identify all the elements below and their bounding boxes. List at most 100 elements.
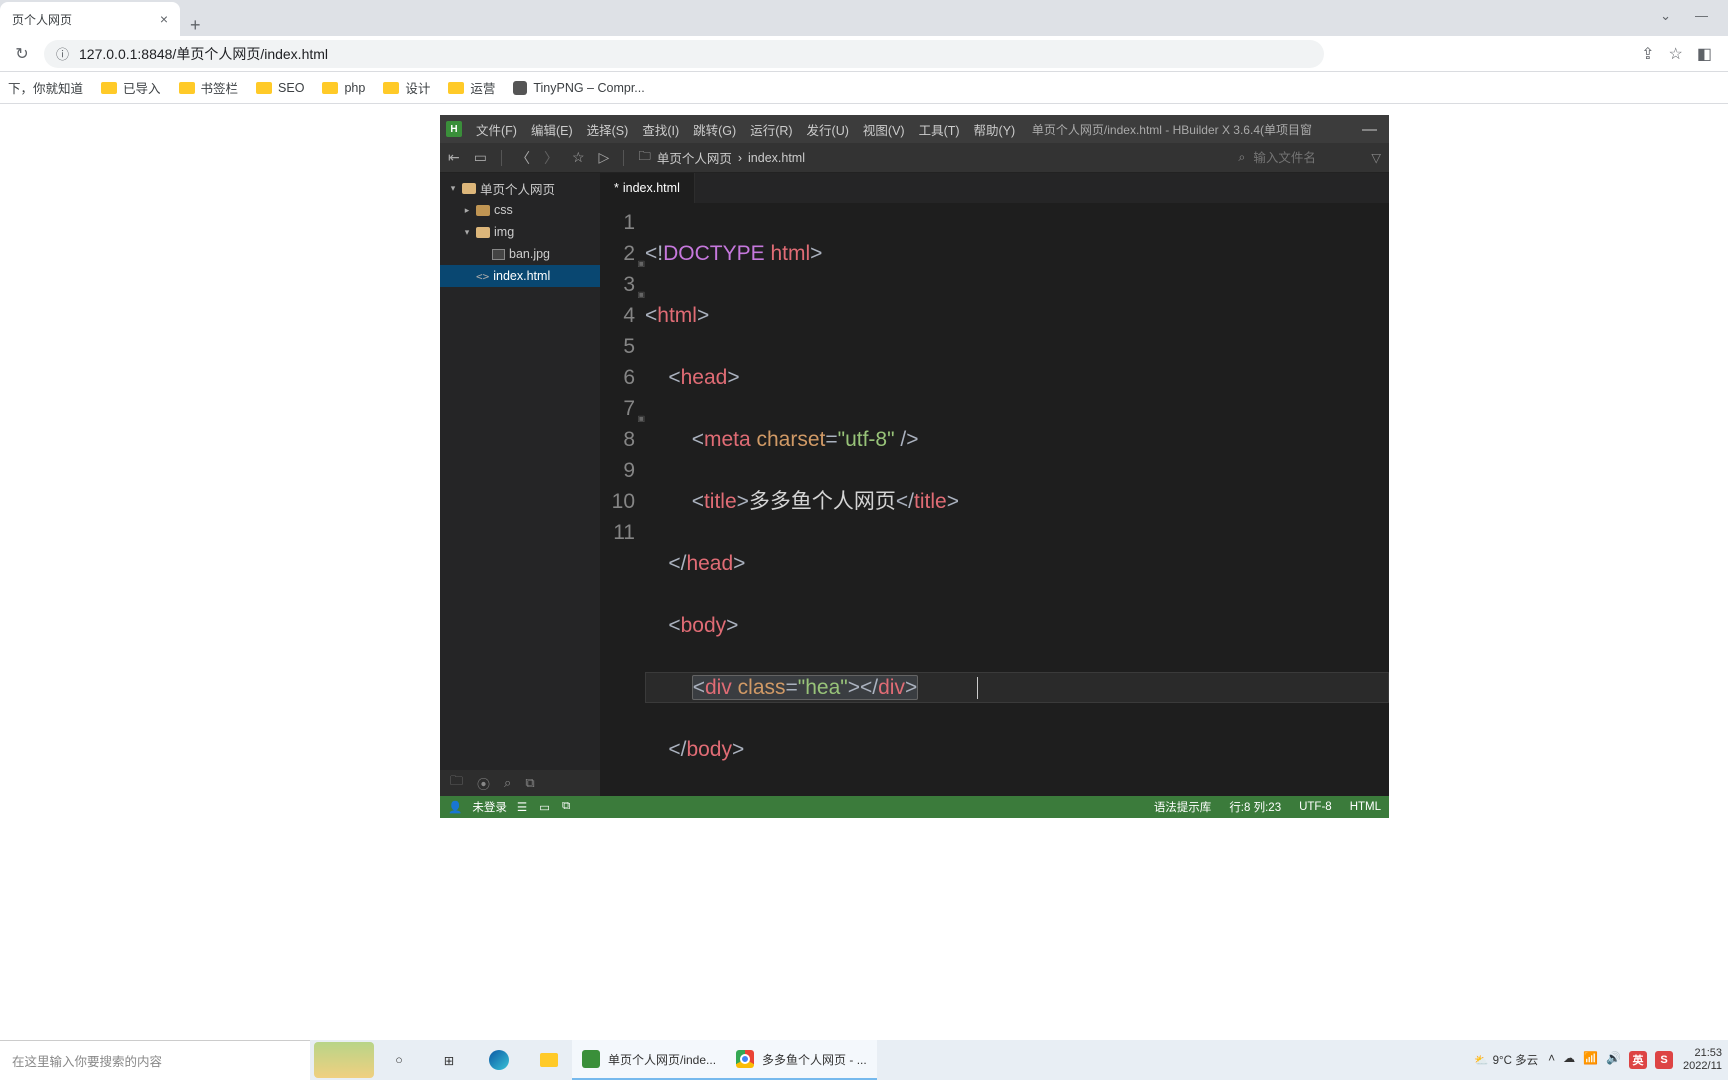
menu-goto[interactable]: 跳转(G) bbox=[693, 120, 736, 139]
menu-file[interactable]: 文件(F) bbox=[476, 120, 517, 139]
menu-tools[interactable]: 工具(T) bbox=[919, 120, 960, 139]
tray-clock[interactable]: 21:53 2022/11 bbox=[1683, 1047, 1722, 1073]
bookmark-item[interactable]: php bbox=[322, 81, 365, 95]
address-bar[interactable]: ⓘ 127.0.0.1:8848/单页个人网页/index.html bbox=[44, 40, 1324, 68]
line-number: 5 bbox=[600, 331, 635, 362]
reload-icon[interactable]: ↻ bbox=[8, 40, 36, 68]
menu-publish[interactable]: 发行(U) bbox=[807, 120, 849, 139]
search-input[interactable] bbox=[1253, 151, 1343, 165]
fold-icon[interactable]: ▣ bbox=[637, 403, 645, 434]
search-icon[interactable]: ⌕ bbox=[1238, 150, 1245, 165]
forward-icon[interactable]: 〉 bbox=[544, 148, 558, 168]
search-icon[interactable]: ⌕ bbox=[504, 775, 511, 791]
chevron-down-icon[interactable]: ▾ bbox=[448, 183, 458, 194]
window-controls: ⌄ — bbox=[1640, 0, 1728, 32]
browser-tab[interactable]: 页个人网页 × bbox=[0, 2, 180, 36]
menu-select[interactable]: 选择(S) bbox=[587, 120, 629, 139]
star-icon[interactable]: ☆ bbox=[572, 149, 585, 166]
cloud-icon[interactable]: ☁ bbox=[1563, 1051, 1575, 1069]
list-icon[interactable]: ☰ bbox=[517, 800, 527, 814]
folder-icon bbox=[448, 82, 464, 94]
code-content[interactable]: <!DOCTYPE html> <html> <head> <meta char… bbox=[645, 203, 1389, 796]
tree-folder-css[interactable]: ▸ css bbox=[440, 199, 600, 221]
bookmark-label: 设计 bbox=[405, 78, 430, 97]
chevron-right-icon: › bbox=[738, 151, 742, 165]
tree-file-image[interactable]: ban.jpg bbox=[440, 243, 600, 265]
widget-icon[interactable] bbox=[314, 1042, 374, 1078]
bookmark-item[interactable]: SEO bbox=[256, 81, 304, 95]
editor-tab[interactable]: * index.html bbox=[600, 173, 695, 203]
fold-icon[interactable]: ▣ bbox=[637, 279, 645, 310]
tree-file-index[interactable]: <> index.html bbox=[440, 265, 600, 287]
new-tab-button[interactable]: + bbox=[180, 15, 211, 36]
cursor-position[interactable]: 行:8 列:23 bbox=[1229, 799, 1281, 815]
tray-weather[interactable]: ⛅ 9°C 多云 bbox=[1474, 1052, 1538, 1068]
sidepanel-icon[interactable]: ◧ bbox=[1697, 44, 1712, 64]
chevron-down-icon[interactable]: ▾ bbox=[462, 227, 472, 238]
hbuilder-titlebar[interactable]: H 文件(F) 编辑(E) 选择(S) 查找(I) 跳转(G) 运行(R) 发行… bbox=[440, 115, 1389, 143]
syntax-hint[interactable]: 语法提示库 bbox=[1154, 799, 1212, 815]
wifi-icon[interactable]: 📶 bbox=[1583, 1051, 1598, 1069]
chrome-icon bbox=[736, 1050, 754, 1068]
collapse-icon[interactable]: ⇤ bbox=[448, 149, 460, 166]
chevron-down-icon[interactable]: ⌄ bbox=[1660, 8, 1671, 24]
bookmark-item[interactable]: TinyPNG – Compr... bbox=[513, 81, 644, 95]
taskbar-search[interactable]: 在这里输入你要搜索的内容 bbox=[0, 1040, 310, 1080]
edge-icon[interactable] bbox=[476, 1040, 522, 1080]
encoding[interactable]: UTF-8 bbox=[1299, 801, 1332, 813]
menu-view[interactable]: 视图(V) bbox=[863, 120, 905, 139]
line-number: 7▣ bbox=[600, 393, 635, 424]
chevron-right-icon[interactable]: ▸ bbox=[462, 205, 472, 216]
menu-run[interactable]: 运行(R) bbox=[750, 120, 792, 139]
fold-icon[interactable]: ▣ bbox=[637, 248, 645, 279]
star-icon[interactable]: ☆ bbox=[1669, 44, 1683, 64]
run-icon[interactable]: ▷ bbox=[599, 149, 610, 166]
bookmark-item[interactable]: 运营 bbox=[448, 78, 495, 97]
taskbar-app-hbuilder[interactable]: 单页个人网页/inde... bbox=[572, 1040, 726, 1080]
outline-icon[interactable]: ⦿ bbox=[477, 774, 490, 793]
chevron-up-icon[interactable]: ˄ bbox=[1548, 1051, 1555, 1069]
bookmark-item[interactable]: 设计 bbox=[383, 78, 430, 97]
info-icon[interactable]: ⓘ bbox=[56, 44, 69, 63]
hbuilder-toolbar: ⇤ ▭ 〈 〉 ☆ ▷ 🗀 单页个人网页 › index.html ⌕ ▽ bbox=[440, 143, 1389, 173]
clock-date: 2022/11 bbox=[1683, 1060, 1722, 1073]
taskbar-app-chrome[interactable]: 多多鱼个人网页 - ... bbox=[726, 1040, 877, 1080]
breadcrumb-item[interactable]: index.html bbox=[748, 151, 805, 165]
breadcrumb-item[interactable]: 单页个人网页 bbox=[657, 148, 732, 167]
menu-help[interactable]: 帮助(Y) bbox=[974, 120, 1016, 139]
bookmark-label: SEO bbox=[278, 81, 304, 95]
login-status[interactable]: 未登录 bbox=[472, 799, 507, 815]
bookmark-label: php bbox=[344, 81, 365, 95]
minimize-icon[interactable]: — bbox=[1356, 121, 1383, 138]
menu-edit[interactable]: 编辑(E) bbox=[531, 120, 573, 139]
clipboard-icon[interactable]: ⧉ bbox=[525, 775, 534, 791]
tree-root[interactable]: ▾ 单页个人网页 bbox=[440, 177, 600, 199]
close-icon[interactable]: × bbox=[160, 11, 168, 27]
task-view-icon[interactable]: ⊞ bbox=[426, 1040, 472, 1080]
bookmark-item[interactable]: 已导入 bbox=[101, 78, 161, 97]
menu-find[interactable]: 查找(I) bbox=[642, 120, 679, 139]
terminal-icon[interactable]: ▭ bbox=[539, 800, 550, 814]
share-icon[interactable]: ⇪ bbox=[1641, 44, 1654, 64]
folder-icon[interactable]: 🗀 bbox=[450, 772, 463, 794]
ime-indicator[interactable]: 英 bbox=[1629, 1051, 1647, 1069]
code-editor[interactable]: 1 2▣ 3▣ 4 5 6 7▣ 8 9 10 11 <!DOCTYPE htm… bbox=[600, 203, 1389, 796]
dirty-indicator: * bbox=[614, 181, 619, 195]
back-icon[interactable]: 〈 bbox=[516, 148, 530, 168]
new-file-icon[interactable]: ▭ bbox=[474, 149, 487, 166]
explorer-icon[interactable] bbox=[526, 1040, 572, 1080]
tree-label: img bbox=[494, 225, 514, 239]
bookmarks-bar: 下，你就知道 已导入 书签栏 SEO php 设计 运营 TinyPNG – C… bbox=[0, 72, 1728, 104]
minimize-icon[interactable]: — bbox=[1695, 8, 1708, 24]
volume-icon[interactable]: 🔊 bbox=[1606, 1051, 1621, 1069]
filter-icon[interactable]: ▽ bbox=[1371, 150, 1381, 165]
ime-badge-icon[interactable]: S bbox=[1655, 1051, 1673, 1069]
link-icon[interactable]: ⧉ bbox=[562, 800, 570, 814]
browser-tab-strip: 页个人网页 × + ⌄ — bbox=[0, 0, 1728, 36]
taskbar-icons: ○ ⊞ bbox=[376, 1040, 572, 1080]
tree-folder-img[interactable]: ▾ img bbox=[440, 221, 600, 243]
bookmark-item[interactable]: 书签栏 bbox=[179, 78, 239, 97]
language-mode[interactable]: HTML bbox=[1350, 801, 1381, 813]
user-icon[interactable]: 👤 bbox=[448, 800, 462, 814]
cortana-icon[interactable]: ○ bbox=[376, 1040, 422, 1080]
